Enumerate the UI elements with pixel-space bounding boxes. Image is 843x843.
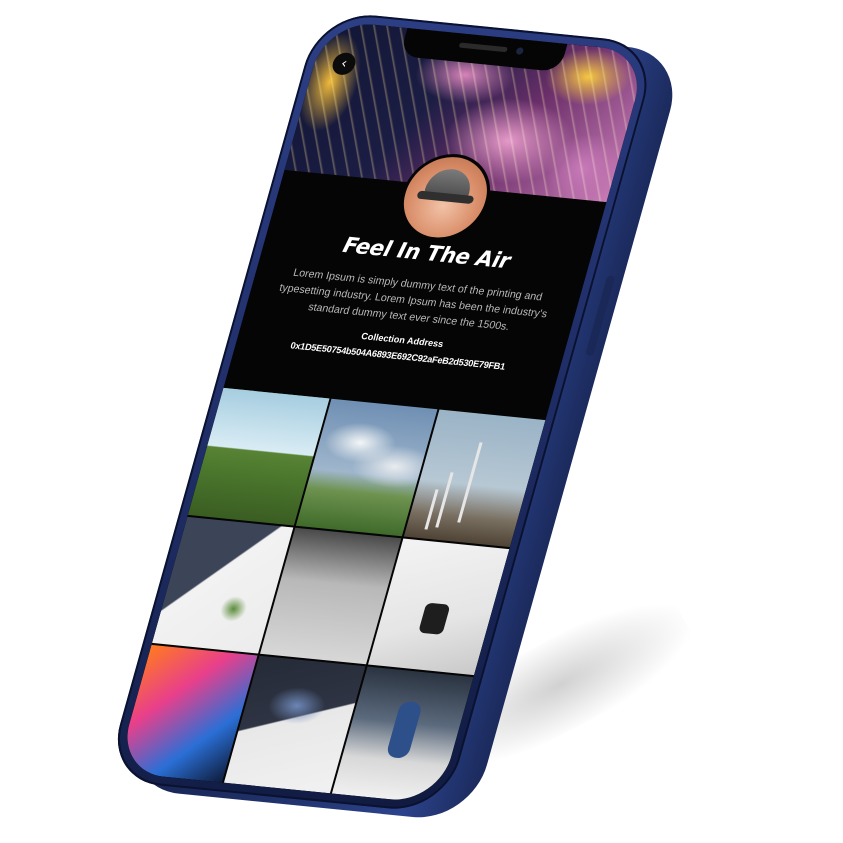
collection-info: Feel In The Air Lorem Ipsum is simply du…	[235, 225, 591, 377]
runner-figure	[385, 701, 423, 760]
phone-mockup: ‹ Feel In The Air Lorem Ipsum is simply …	[96, 10, 720, 843]
chevron-left-icon: ‹	[338, 55, 350, 73]
turbine-tower	[435, 472, 454, 528]
front-camera	[515, 47, 525, 55]
product-mockup-stage: ‹ Feel In The Air Lorem Ipsum is simply …	[0, 0, 843, 843]
turbine-tower	[457, 442, 483, 523]
speaker-grille	[458, 42, 508, 53]
smartwatch-shape	[418, 602, 451, 635]
